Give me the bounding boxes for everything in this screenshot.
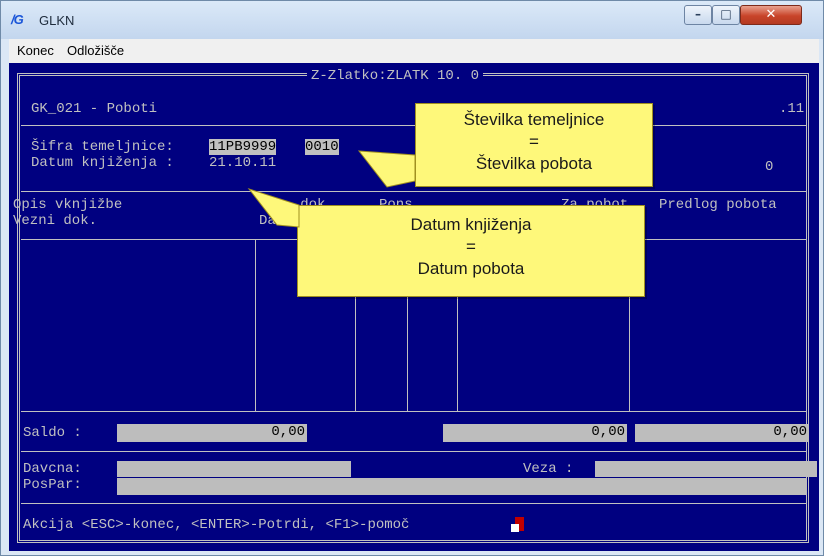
app-window: /G GLKN – □ ✕ Konec Odložišče Z-Zlatko:Z… [0,0,824,556]
right-indicator: 0 [765,159,774,175]
veza-field[interactable] [595,461,817,477]
minimize-button[interactable]: – [684,5,712,25]
window-title: GLKN [39,13,75,28]
header-vezni: Vezni dok. [13,213,98,229]
callout-stevilka-pointer [357,150,416,188]
header-predlog: Predlog pobota [659,197,777,213]
sifra-number-field[interactable]: 0010 [305,139,339,155]
header-opis: Opis vknjižbe [13,197,123,213]
menu-bar: Konec Odložišče [9,39,819,64]
datum-label: Datum knjiženja : [31,155,174,171]
callout-datum-line3: Datum pobota [417,259,525,278]
close-icon: ✕ [765,7,777,22]
divider [21,503,807,504]
callout-datum-pointer [247,188,300,228]
divider [21,451,807,452]
saldo-field-3[interactable]: 0,00 [635,424,809,442]
maximize-icon: □ [720,7,732,21]
frame-title: Z-Zlatko:ZLATK 10. 0 [307,68,484,84]
pospar-label: PosPar: [23,477,82,493]
menu-item-odlozisce[interactable]: Odložišče [67,43,124,58]
sifra-value-field[interactable]: 11PB9999 [209,139,277,155]
callout-datum: Datum knjiženja = Datum pobota [297,205,645,297]
divider [21,191,807,192]
davcna-label: Davcna: [23,461,82,477]
callout-stevilka-line1: Številka temeljnice [463,110,605,129]
saldo-field-2[interactable]: 0,00 [443,424,627,442]
header-date: .11 [779,101,805,117]
divider [21,411,807,412]
close-button[interactable]: ✕ [740,5,802,25]
program-label: GK_021 - Poboti [31,101,158,117]
divider [21,125,807,126]
callout-datum-eq: = [466,237,476,256]
saldo-label: Saldo : [23,425,82,441]
callout-stevilka-eq: = [529,132,539,151]
menu-item-konec[interactable]: Konec [17,43,54,58]
minimize-icon: – [695,7,701,21]
column-separator [255,239,256,411]
davcna-field[interactable] [117,461,351,477]
saldo-field-1[interactable]: 0,00 [117,424,307,442]
callout-stevilka: Številka temeljnice = Številka pobota [415,103,653,187]
status-line: Akcija <ESC>-konec, <ENTER>-Potrdi, <F1>… [23,517,410,533]
pospar-field[interactable] [117,478,807,495]
console-area[interactable]: Z-Zlatko:ZLATK 10. 0 GK_021 - Poboti .11… [9,63,819,551]
veza-label: Veza : [523,461,574,477]
title-bar[interactable]: /G GLKN – □ ✕ [1,1,823,39]
maximize-button[interactable]: □ [712,5,740,25]
callout-stevilka-line3: Številka pobota [475,154,593,173]
app-icon: /G [11,12,24,27]
datum-value[interactable]: 21.10.11 [209,155,276,171]
text-cursor-block [511,524,519,532]
callout-datum-line1: Datum knjiženja [410,215,532,234]
sifra-label: Šifra temeljnice: [31,139,174,155]
